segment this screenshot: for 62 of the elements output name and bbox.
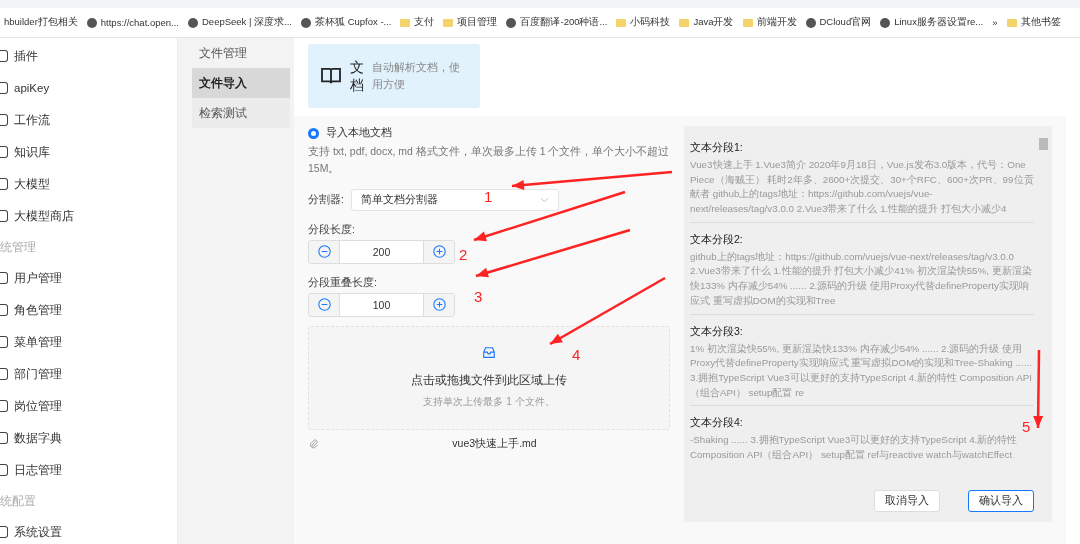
action-button[interactable]: 确认导入 [968, 490, 1034, 512]
annotation-number: 5 [1022, 418, 1031, 435]
sidebar-item[interactable]: 大模型 [0, 168, 177, 200]
bookmark-link[interactable]: » [992, 17, 998, 28]
bookmark-link[interactable]: 项目管理 [443, 16, 498, 29]
sidebar-item[interactable]: 大模型商店 [0, 200, 177, 232]
number-input[interactable]: 200 [339, 240, 424, 263]
number-input[interactable]: 100 [339, 293, 424, 316]
bookmark-link[interactable]: Java开发 [679, 16, 734, 29]
card-title: 文档 [350, 57, 364, 95]
dropzone-hint: 支持单次上传最多 1 个文件。 [423, 395, 555, 410]
segment-title: 文本分段2: [690, 232, 743, 247]
bookmark-link[interactable]: Linux服务器设置re... [880, 16, 984, 29]
sidebar-item[interactable]: 数据字典 [0, 422, 177, 454]
bookmark-link[interactable]: 百度翻译-200种语... [506, 16, 608, 29]
field-label: 分割器: [308, 192, 344, 207]
segment-text: github上的tags地址：https://github.com/vuejs/vue-next/releases/tag/v3.0.0 2.Vue3带来了什么 1.性能的提升 打包大小减少41% 初次渲染快55%, 更新渲染快133% 内存减少54% ...... 2.源码的升级 使用Proxy代替defineProperty实现响应式 重写虚拟DOM的实现和Tree [690, 249, 1033, 308]
card-description: 自动解析文档，使用方便 [372, 60, 461, 92]
annotation-number: 3 [474, 288, 483, 305]
sidebar-item[interactable]: 菜单管理 [0, 326, 177, 358]
sub-nav-tab[interactable]: 文件管理 [192, 38, 290, 68]
radio-option[interactable]: 导入本地文档 [308, 126, 670, 140]
sidebar-item[interactable]: 角色管理 [0, 294, 177, 326]
action-button[interactable]: 取消导入 [874, 490, 940, 512]
dropzone-title: 点击或拖拽文件到此区域上传 [411, 372, 567, 390]
segment-text: -Shaking ...... 3.拥抱TypeScript Vue3可以更好的支持TypeScript 4.新的特性 Composition API（组合API） setup配置 ref与reactive watch与watchEffect [690, 433, 1019, 462]
sidebar-item[interactable]: 知识库 [0, 136, 177, 168]
source-card[interactable]: 文档 自动解析文档，使用方便 [308, 44, 480, 108]
sidebar-item[interactable]: apiKey [0, 72, 177, 104]
bookmark-link[interactable]: 支付 [400, 16, 435, 29]
sidebar-item[interactable]: 用户管理 [0, 262, 177, 294]
field-label: 分段长度: [308, 222, 356, 237]
annotation-number: 1 [484, 188, 493, 205]
sidebar-item[interactable]: 插件 [0, 40, 177, 72]
bookmark-link[interactable]: 茶杯狐 Cupfox -... [301, 16, 392, 29]
sidebar-section-title: 统管理 [0, 239, 37, 255]
segment-text: 1% 初次渲染快55%, 更新渲染快133% 内存减少54% ...... 2.源码的升级 使用Proxy代替defineProperty实现响应式 重写虚拟DOM的实现和Tree-Shaking ...... 3.拥抱TypeScript Vue3可以更好的支持TypeScript 4.新的特性 Composition API（组合API） setup配置 re [690, 341, 1033, 400]
bookmark-link[interactable]: DeepSeek | 深度求... [188, 16, 292, 29]
sub-nav-tab[interactable]: 检索测试 [192, 98, 290, 128]
segment-title: 文本分段4: [690, 416, 743, 431]
segment-title: 文本分段1: [690, 141, 743, 155]
sidebar-item[interactable]: 岗位管理 [0, 390, 177, 422]
sidebar-item[interactable]: 日志管理 [0, 454, 177, 486]
sidebar-section-title: 统配置 [0, 493, 37, 509]
bookmark-link[interactable]: 其他书签 [1006, 16, 1061, 29]
file-name[interactable]: vue3快速上手.md [319, 436, 670, 451]
segment-text: Vue3快速上手 1.Vue3简介 2020年9月18日，Vue.js发布3.0版本，代号：One Piece（海贼王） 耗时2年多、2600+次提交、30+个RFC、600+次PR、99位贡献者 github上的tags地址：https://github.com/vuejs/vue-next/releases/tag/v3.0.0 2.Vue3带来了什么 1.性能的提升 打包大小减少4 [690, 158, 1034, 217]
annotation-number: 2 [459, 246, 468, 263]
sub-nav-tab[interactable]: 文件导入 [192, 68, 290, 98]
field-label: 分段重叠长度: [308, 275, 378, 290]
bookmark-link[interactable]: 小码科技 [616, 16, 671, 29]
sidebar-item[interactable]: 工作流 [0, 104, 177, 136]
sidebar-item[interactable]: 部门管理 [0, 358, 177, 390]
bookmark-link[interactable]: hbuilder打包相关 [4, 16, 78, 29]
annotation-number: 4 [572, 346, 581, 363]
radio-label: 导入本地文档 [326, 126, 392, 140]
segment-title: 文本分段3: [690, 324, 743, 339]
bookmark-link[interactable]: https://chat.open... [86, 17, 179, 28]
bookmark-link[interactable]: 前端开发 [742, 16, 797, 29]
bookmark-link[interactable]: DCloud官网 [805, 16, 872, 29]
help-text: 支持 txt, pdf, docx, md 格式文件，单次最多上传 1 个文件，单个大小不超过 15M。 [308, 144, 670, 176]
sidebar-item[interactable]: 系统设置 [0, 516, 177, 544]
